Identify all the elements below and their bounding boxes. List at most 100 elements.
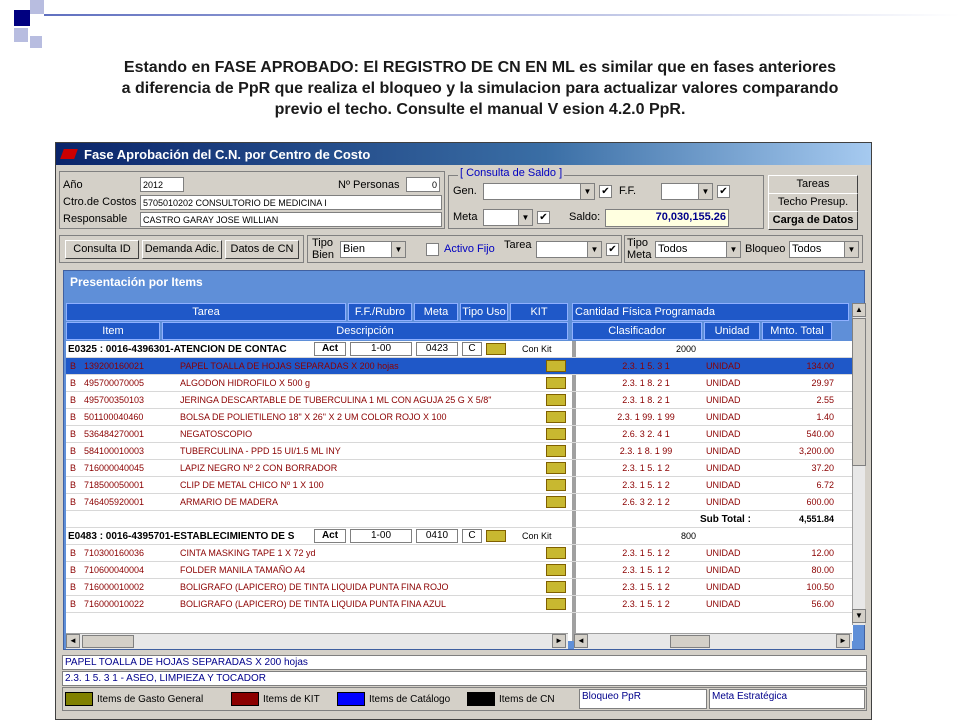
bloqueo-value: Todos (792, 243, 822, 255)
legend-label: Items de KIT (263, 693, 320, 705)
group-meta: 0423 (416, 342, 458, 356)
slide-deco-line (44, 14, 960, 16)
scroll-down-icon[interactable]: ▼ (852, 609, 866, 623)
table-row[interactable]: B 746405920001 ARMARIO DE MADERA 2.6. 3 2. … (66, 494, 853, 511)
item-unidad: UNIDAD (706, 599, 741, 609)
scroll-thumb[interactable] (852, 318, 866, 466)
bloqueo-select[interactable]: Todos ▼ (789, 241, 859, 258)
kit-icon[interactable] (546, 564, 566, 576)
kit-icon[interactable] (546, 445, 566, 457)
item-clasificador: 2.3. 1 99. 1 99 (617, 412, 675, 422)
scroll-right-icon[interactable]: ► (836, 634, 850, 648)
resp-label: Responsable (63, 213, 128, 225)
table-row[interactable]: B 716000010022 BOLIGRAFO (LAPICERO) DE TIN… (66, 596, 853, 613)
action-buttons-panel: Consulta ID Demanda Adic. Datos de CN (59, 235, 304, 263)
item-type: B (70, 378, 77, 388)
tarea-select[interactable]: ▼ (536, 241, 602, 258)
kit-icon[interactable] (546, 394, 566, 406)
carga-datos-button[interactable]: Carga de Datos (768, 211, 858, 230)
item-description: TUBERCULINA - PPD 15 UI/1.5 ML INY (180, 446, 341, 456)
item-unidad: UNIDAD (706, 361, 741, 371)
legend-item: Items de CN (467, 692, 555, 706)
datos-cn-button[interactable]: Datos de CN (225, 240, 299, 259)
resp-field[interactable]: CASTRO GARAY JOSE WILLIAN (140, 212, 442, 227)
kit-icon[interactable] (546, 411, 566, 423)
demanda-adic-button[interactable]: Demanda Adic. (142, 240, 222, 259)
meta-select[interactable]: ▼ (483, 209, 533, 226)
vertical-scrollbar[interactable]: ▲ ▼ (852, 303, 866, 625)
table-row[interactable]: B 139200160021 PAPEL TOALLA DE HOJAS SEPAR… (66, 358, 853, 375)
tipo-bien-select[interactable]: Bien ▼ (340, 241, 406, 258)
kit-icon[interactable] (486, 530, 506, 542)
scroll-thumb[interactable] (670, 635, 710, 648)
item-clasificador: 2.3. 1 5. 1 2 (622, 463, 670, 473)
item-unidad: UNIDAD (706, 565, 741, 575)
item-monto: 56.00 (811, 599, 834, 609)
horizontal-scrollbar-right[interactable]: ◄ ► (574, 633, 852, 649)
tipo-meta-select[interactable]: Todos ▼ (655, 241, 741, 258)
kit-icon[interactable] (546, 581, 566, 593)
table-row[interactable]: B 710300160036 CINTA MASKING TAPE 1 X 72 y… (66, 545, 853, 562)
items-panel: Presentación por Items Tarea F.F./Rubro … (63, 270, 866, 650)
activo-fijo-checkbox[interactable] (426, 243, 439, 256)
tareas-button[interactable]: Tareas (768, 175, 858, 194)
scroll-right-icon[interactable]: ► (552, 634, 566, 648)
scroll-left-icon[interactable]: ◄ (66, 634, 80, 648)
item-unidad: UNIDAD (706, 463, 741, 473)
table-row[interactable]: B 536484270001 NEGATOSCOPIO 2.6. 3 2. 4 1 UN… (66, 426, 853, 443)
kit-icon[interactable] (546, 428, 566, 440)
kit-icon[interactable] (546, 496, 566, 508)
group-row[interactable]: E0483 : 0016-4395701-ESTABLECIMIENTO DE … (66, 528, 853, 545)
ff-select[interactable]: ▼ (661, 183, 713, 200)
scroll-up-icon[interactable]: ▲ (852, 303, 866, 317)
item-description-bar: PAPEL TOALLA DE HOJAS SEPARADAS X 200 ho… (62, 655, 867, 670)
header-kit: KIT (510, 303, 568, 321)
kit-icon[interactable] (486, 343, 506, 355)
scroll-thumb[interactable] (82, 635, 134, 648)
kit-icon[interactable] (546, 598, 566, 610)
anio-field[interactable]: 2012 (140, 177, 184, 192)
kit-icon[interactable] (546, 377, 566, 389)
item-clasificador: 2.3. 1 5. 1 2 (622, 582, 670, 592)
personas-field[interactable]: 0 (406, 177, 440, 192)
table-row[interactable]: B 710600040004 FOLDER MANILA TAMAÑO A4 2.3.… (66, 562, 853, 579)
table-row[interactable]: B 716000040045 LAPIZ NEGRO Nº 2 CON BORRAD… (66, 460, 853, 477)
kit-icon[interactable] (546, 547, 566, 559)
item-description: ALGODON HIDROFILO X 500 g (180, 378, 311, 388)
horizontal-scrollbar-left[interactable]: ◄ ► (66, 633, 568, 649)
slide-title-line: previo el techo. Consulte el manual V es… (274, 101, 686, 118)
kit-icon[interactable] (546, 360, 566, 372)
ctro-field[interactable]: 5705010202 CONSULTORIO DE MEDICINA I (140, 195, 442, 210)
gen-select[interactable]: ▼ (483, 183, 595, 200)
table-row[interactable]: B 718500050001 CLIP DE METAL CHICO Nº 1 X … (66, 477, 853, 494)
table-row[interactable]: B 501100040460 BOLSA DE POLIETILENO 18" X … (66, 409, 853, 426)
saldo-panel: Gen. ▼ ✔ F.F. ▼ ✔ Meta ▼ ✔ Saldo: 70,030… (448, 175, 764, 229)
app-icon (60, 149, 78, 159)
group-cant: 800 (680, 531, 696, 541)
kit-icon[interactable] (546, 479, 566, 491)
chevron-down-icon: ▼ (726, 242, 740, 257)
consulta-id-button[interactable]: Consulta ID (65, 240, 139, 259)
table-row[interactable]: B 716000010002 BOLIGRAFO (LAPICERO) DE TIN… (66, 579, 853, 596)
techo-presup-button[interactable]: Techo Presup. (768, 193, 858, 212)
group-tipo: C (462, 342, 482, 356)
item-description: PAPEL TOALLA DE HOJAS SEPARADAS X 200 ho… (180, 361, 399, 371)
item-type: B (70, 446, 77, 456)
item-type: B (70, 463, 77, 473)
table-row[interactable]: B 495700350103 JERINGA DESCARTABLE DE TUBE… (66, 392, 853, 409)
header-item: Item (66, 322, 160, 340)
tarea-checkbox[interactable]: ✔ (606, 243, 619, 256)
scroll-left-icon[interactable]: ◄ (574, 634, 588, 648)
item-description: BOLIGRAFO (LAPICERO) DE TINTA LIQUIDA PU… (180, 599, 447, 609)
item-type: B (70, 582, 77, 592)
item-clasificador: 2.3. 1 5. 1 2 (622, 565, 670, 575)
item-type: B (70, 548, 77, 558)
meta-checkbox[interactable]: ✔ (537, 211, 550, 224)
item-code: 716000010002 (84, 582, 145, 592)
gen-checkbox[interactable]: ✔ (599, 185, 612, 198)
kit-icon[interactable] (546, 462, 566, 474)
group-row[interactable]: E0325 : 0016-4396301-ATENCION DE CONTAC A… (66, 341, 853, 358)
ff-checkbox[interactable]: ✔ (717, 185, 730, 198)
table-row[interactable]: B 495700070005 ALGODON HIDROFILO X 500 g 2.… (66, 375, 853, 392)
table-row[interactable]: B 584100010003 TUBERCULINA - PPD 15 UI/1.5… (66, 443, 853, 460)
